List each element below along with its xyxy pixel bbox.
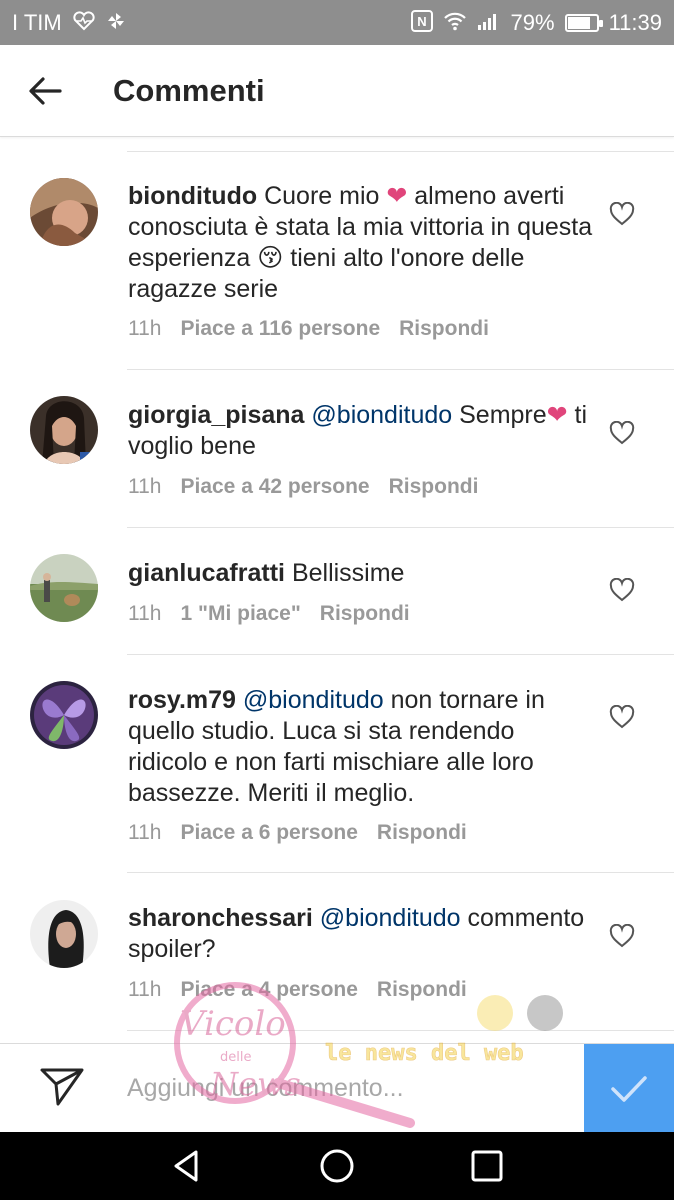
comment-text: giorgia_pisana @bionditudo Sempre❤ ti vo…	[128, 400, 593, 462]
clock: 11:39	[608, 9, 662, 35]
divider	[127, 872, 674, 873]
comment-input[interactable]	[127, 1068, 567, 1108]
comment-text-segment: Cuore mio	[264, 182, 387, 210]
comment-username[interactable]: bionditudo	[128, 182, 257, 210]
heart-emoji: ❤	[386, 182, 408, 210]
comment-meta: 11h Piace a 116 persone Rispondi	[128, 317, 489, 341]
comment-text-segment: Bellissime	[291, 559, 405, 587]
checkmark-icon	[611, 1075, 647, 1102]
status-right: N 79% 11:39	[410, 9, 662, 36]
system-nav-bar	[0, 1132, 674, 1200]
arrow-left-icon	[29, 76, 62, 105]
triangle-back-icon	[174, 1150, 198, 1182]
like-comment-button[interactable]	[609, 704, 635, 729]
mention-link[interactable]: @bionditudo	[243, 686, 384, 714]
comment-text: gianlucafratti Bellissime	[128, 558, 593, 589]
circle-home-icon	[320, 1149, 354, 1183]
heart-outline-icon	[609, 577, 635, 602]
mention-link[interactable]: @bionditudo	[320, 904, 461, 932]
kiss-emoji: 😚	[257, 244, 284, 272]
likes-count[interactable]: Piace a 42 persone	[180, 475, 369, 499]
like-comment-button[interactable]	[609, 577, 635, 602]
status-bar: I TIM N 79% 11:39	[0, 0, 674, 45]
comment-username[interactable]: gianlucafratti	[128, 559, 285, 587]
battery-percent: 79%	[510, 9, 555, 35]
back-button[interactable]	[0, 45, 90, 137]
heartbeat-icon	[72, 10, 96, 35]
avatar[interactable]	[30, 681, 98, 749]
comment-time: 11h	[128, 475, 162, 498]
heart-outline-icon	[609, 704, 635, 729]
heart-outline-icon	[609, 923, 635, 948]
comment-time: 11h	[128, 317, 162, 340]
nfc-label: N	[417, 14, 426, 29]
paper-plane-icon	[40, 1068, 84, 1106]
divider	[127, 369, 674, 370]
reply-button[interactable]: Rispondi	[399, 317, 489, 341]
comment-meta: 11h Piace a 4 persone Rispondi	[128, 978, 467, 1002]
battery-fill	[567, 16, 590, 29]
avatar[interactable]	[30, 900, 98, 968]
square-recents-icon	[471, 1150, 503, 1182]
nav-recents-button[interactable]	[467, 1146, 507, 1186]
heart-outline-icon	[609, 420, 635, 445]
comments-list[interactable]: bionditudo Cuore mio ❤ almeno averti con…	[0, 137, 674, 1043]
likes-count[interactable]: Piace a 4 persone	[180, 978, 357, 1002]
nav-home-button[interactable]	[317, 1146, 357, 1186]
likes-count[interactable]: 1 "Mi piace"	[180, 602, 300, 626]
carrier-label: I TIM	[12, 9, 62, 35]
comment-username[interactable]: sharonchessari	[128, 904, 313, 932]
header: Commenti	[0, 45, 674, 137]
avatar[interactable]	[30, 554, 98, 622]
direct-send-button[interactable]	[36, 1064, 88, 1112]
like-comment-button[interactable]	[609, 201, 635, 226]
reply-button[interactable]: Rispondi	[389, 475, 479, 499]
heart-emoji: ❤	[546, 401, 568, 429]
like-comment-button[interactable]	[609, 420, 635, 445]
nav-back-button[interactable]	[166, 1146, 206, 1186]
nfc-icon: N	[410, 9, 433, 36]
battery-icon	[564, 13, 603, 32]
like-comment-button[interactable]	[609, 923, 635, 948]
comment-meta: 11h 1 "Mi piace" Rispondi	[128, 602, 410, 626]
signal-icon	[477, 11, 501, 35]
divider	[127, 1030, 674, 1031]
reply-button[interactable]: Rispondi	[377, 978, 467, 1002]
avatar[interactable]	[30, 178, 98, 246]
comment-meta: 11h Piace a 6 persone Rispondi	[128, 821, 467, 845]
page-title: Commenti	[113, 72, 265, 108]
comment-text: rosy.m79 @bionditudo non tornare in quel…	[128, 685, 593, 809]
comment-time: 11h	[128, 821, 162, 844]
comment-text: bionditudo Cuore mio ❤ almeno averti con…	[128, 181, 593, 305]
likes-count[interactable]: Piace a 116 persone	[180, 317, 380, 341]
post-comment-button[interactable]	[584, 1044, 674, 1133]
avatar[interactable]	[30, 396, 98, 464]
reply-button[interactable]: Rispondi	[320, 602, 410, 626]
comment-time: 11h	[128, 978, 162, 1001]
status-left: I TIM	[12, 10, 126, 36]
comment-username[interactable]: giorgia_pisana	[128, 401, 304, 429]
comment-username[interactable]: rosy.m79	[128, 686, 236, 714]
mention-link[interactable]: @bionditudo	[311, 401, 452, 429]
divider	[127, 654, 674, 655]
divider	[127, 527, 674, 528]
divider	[127, 151, 674, 152]
comment-text: sharonchessari @bionditudo commento spoi…	[128, 903, 593, 965]
comment-text-segment: Sempre	[452, 401, 547, 429]
reply-button[interactable]: Rispondi	[377, 821, 467, 845]
comment-meta: 11h Piace a 42 persone Rispondi	[128, 475, 478, 499]
likes-count[interactable]: Piace a 6 persone	[180, 821, 357, 845]
comment-input-bar	[0, 1043, 674, 1133]
heart-outline-icon	[609, 201, 635, 226]
wifi-icon	[443, 11, 467, 35]
comment-time: 11h	[128, 602, 162, 625]
pinwheel-icon	[106, 11, 126, 35]
